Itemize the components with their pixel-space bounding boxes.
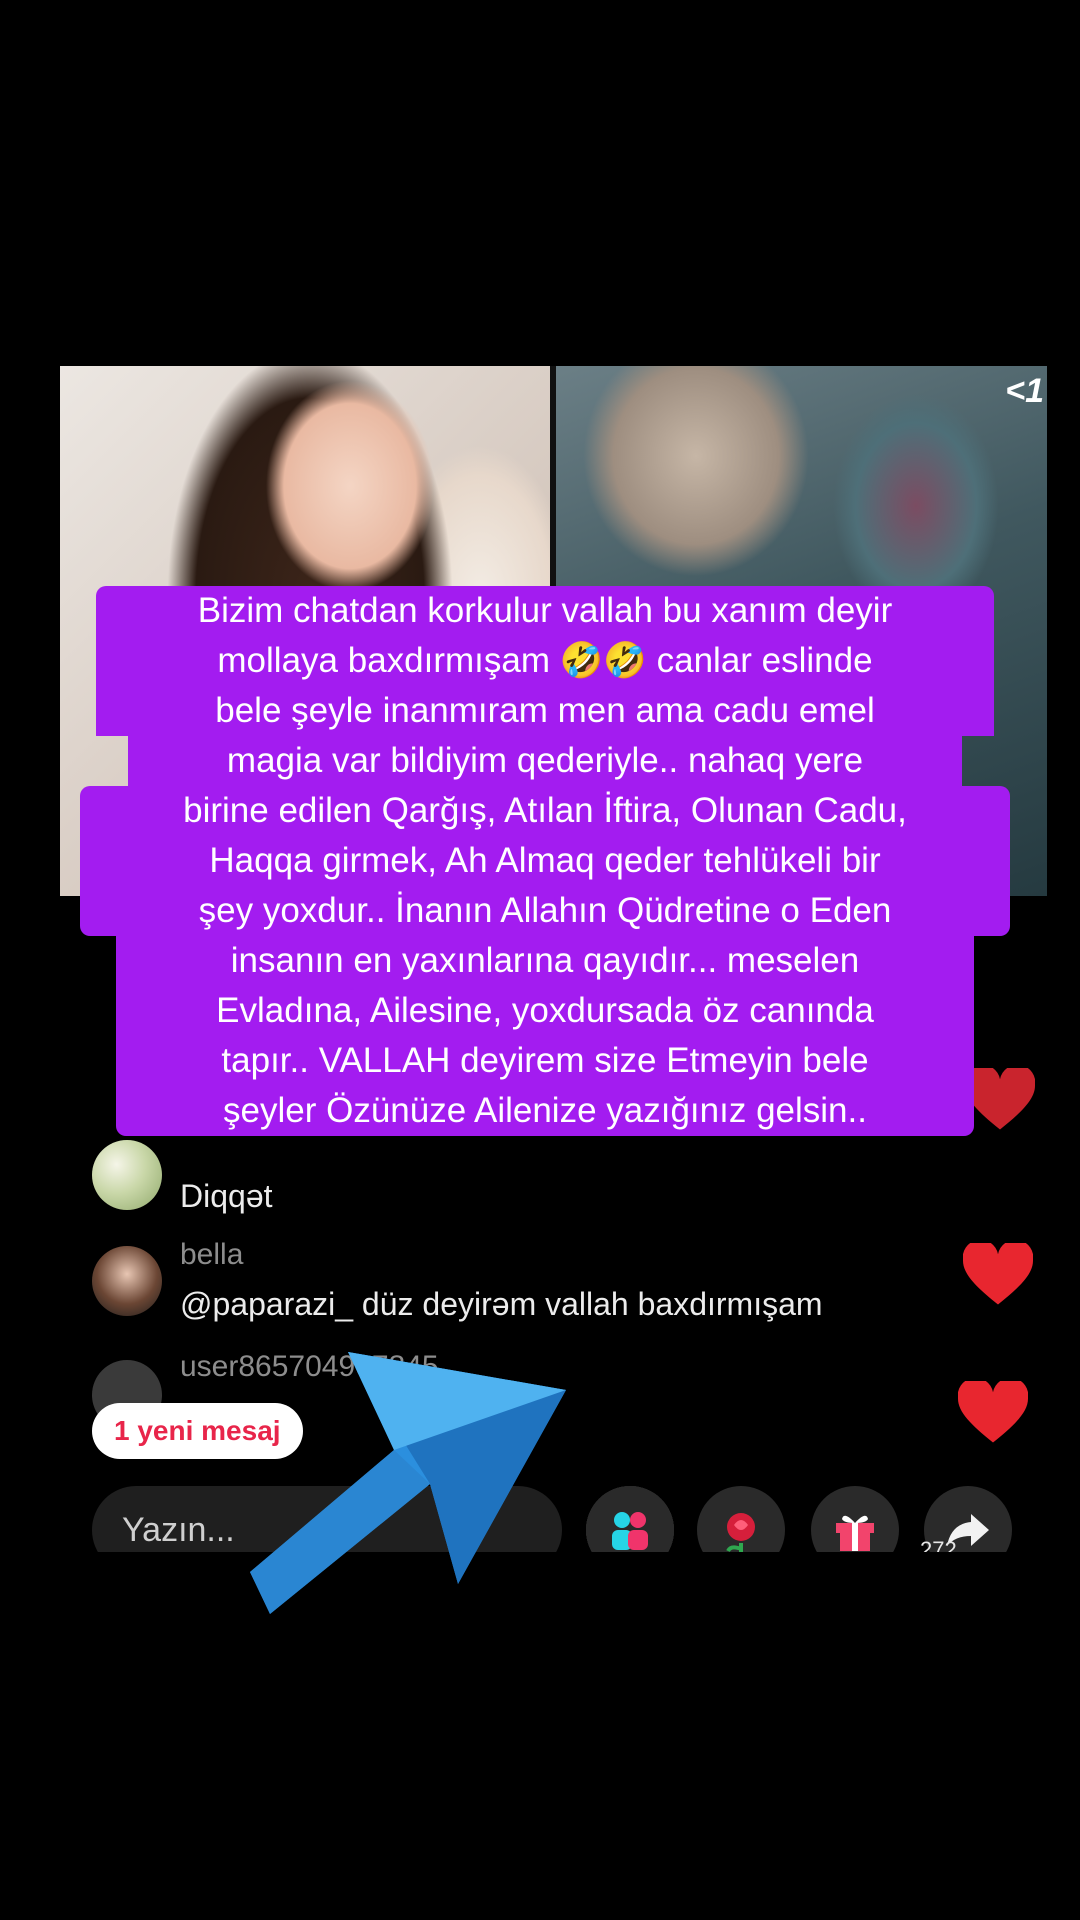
host-video-panel <box>60 366 550 896</box>
caption-line: tapır.. VALLAH deyirem size Etmeyin bele <box>116 1036 974 1086</box>
chat-message: Diqqət <box>180 1178 273 1214</box>
chat-username[interactable]: bella <box>180 1238 243 1272</box>
chat-message: @paparazi_ düz deyirəm vallah baxdırmışa… <box>180 1286 823 1322</box>
guest-video-panel <box>556 366 1047 896</box>
avatar[interactable] <box>92 1140 162 1210</box>
arrow-icon <box>250 1352 566 1614</box>
heart-icon <box>963 1243 1033 1305</box>
video-stream[interactable] <box>60 366 1047 896</box>
gift-icon <box>836 1515 874 1551</box>
caption-line: insanın en yaxınlarına qayıdır... mesele… <box>116 936 974 986</box>
caption-line: Evladına, Ailesine, yoxdursada öz canınd… <box>116 986 974 1036</box>
guests-icon <box>612 1512 648 1550</box>
heart-icon <box>965 1068 1035 1130</box>
video-badge: <1 <box>1005 372 1044 410</box>
avatar[interactable] <box>92 1246 162 1316</box>
rose-icon <box>726 1513 755 1553</box>
caption-line: şeyler Özünüze Ailenize yazığınız gelsin… <box>116 1086 974 1136</box>
heart-icon <box>958 1381 1028 1443</box>
